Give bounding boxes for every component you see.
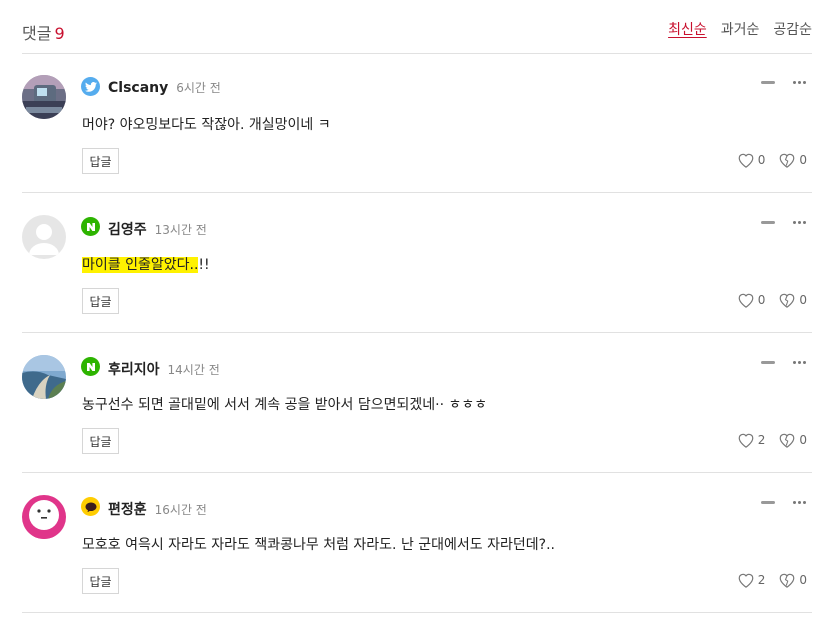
comment-menu bbox=[761, 361, 806, 364]
comment-author[interactable]: 편정훈 16시간 전 bbox=[108, 499, 207, 519]
like-count: 0 bbox=[757, 153, 766, 167]
face-avatar-icon bbox=[22, 495, 66, 539]
comment-menu bbox=[761, 221, 806, 224]
comments-header: 댓글 9 최신순 과거순 공감순 bbox=[22, 0, 812, 54]
author-name: Clscany bbox=[108, 80, 169, 96]
heart-icon bbox=[738, 433, 754, 448]
default-user-icon bbox=[22, 215, 66, 259]
author-name: 편정훈 bbox=[108, 502, 147, 518]
heart-icon bbox=[738, 153, 754, 168]
more-options-icon[interactable] bbox=[793, 81, 806, 84]
dislike-button[interactable]: 0 bbox=[778, 292, 807, 308]
author-name: 김영주 bbox=[108, 222, 147, 238]
kakao-icon bbox=[81, 497, 100, 516]
comment-author[interactable]: Clscany 6시간 전 bbox=[108, 79, 221, 96]
avatar[interactable] bbox=[22, 75, 66, 119]
broken-heart-icon bbox=[780, 153, 795, 168]
naver-icon bbox=[81, 357, 100, 376]
comment-item: 김영주 13시간 전 마이클 인줄알았다..!! 답글 0 0 bbox=[22, 193, 812, 333]
reactions: 0 0 bbox=[737, 152, 807, 168]
sort-latest[interactable]: 최신순 bbox=[668, 19, 707, 39]
comment-item: 후리지아 14시간 전 농구선수 되면 골대밑에 서서 계속 공을 받아서 담으면… bbox=[22, 333, 812, 473]
heart-icon bbox=[738, 293, 754, 308]
comment-time: 16시간 전 bbox=[154, 503, 207, 517]
comment-text: 머야? 야오밍보다도 작잖아. 개실망이네 ㅋ bbox=[82, 114, 331, 134]
reactions: 2 0 bbox=[737, 432, 807, 448]
like-count: 2 bbox=[757, 433, 766, 447]
comment-text-body: 모호호 여윽시 자라도 자라도 잭콰콩나무 처럼 자라도. 난 군대에서도 자라… bbox=[82, 537, 555, 553]
naver-icon bbox=[81, 217, 100, 236]
dislike-count: 0 bbox=[799, 433, 807, 447]
like-button[interactable]: 0 bbox=[737, 292, 766, 308]
sort-popular[interactable]: 공감순 bbox=[773, 19, 812, 39]
minimize-icon[interactable] bbox=[761, 361, 775, 364]
minimize-icon[interactable] bbox=[761, 221, 775, 224]
sort-oldest[interactable]: 과거순 bbox=[721, 19, 760, 39]
comment-count-number: 9 bbox=[54, 24, 65, 43]
comment-item: 편정훈 16시간 전 모호호 여윽시 자라도 자라도 잭콰콩나무 처럼 자라도. … bbox=[22, 473, 812, 613]
like-button[interactable]: 0 bbox=[737, 152, 766, 168]
avatar[interactable] bbox=[22, 495, 66, 539]
comment-author[interactable]: 김영주 13시간 전 bbox=[108, 219, 207, 239]
like-button[interactable]: 2 bbox=[737, 432, 766, 448]
like-button[interactable]: 2 bbox=[737, 572, 766, 588]
comment-text-highlight: 마이클 인줄알았다.. bbox=[82, 257, 199, 273]
comment-time: 13시간 전 bbox=[154, 223, 207, 237]
reactions: 0 0 bbox=[737, 292, 807, 308]
heart-icon bbox=[738, 573, 754, 588]
broken-heart-icon bbox=[780, 573, 795, 588]
comment-text: 마이클 인줄알았다..!! bbox=[82, 254, 210, 274]
broken-heart-icon bbox=[780, 293, 795, 308]
avatar-photo-icon bbox=[22, 355, 66, 399]
comment-time: 14시간 전 bbox=[167, 363, 220, 377]
comment-menu bbox=[761, 501, 806, 504]
reply-button[interactable]: 답글 bbox=[82, 148, 119, 174]
comment-count: 댓글 9 bbox=[22, 20, 65, 44]
dislike-button[interactable]: 0 bbox=[778, 152, 807, 168]
comment-text-body: !! bbox=[198, 257, 210, 273]
reply-button[interactable]: 답글 bbox=[82, 288, 119, 314]
dislike-count: 0 bbox=[799, 573, 807, 587]
more-options-icon[interactable] bbox=[793, 221, 806, 224]
comment-item: Clscany 6시간 전 머야? 야오밍보다도 작잖아. 개실망이네 ㅋ 답글 … bbox=[22, 53, 812, 193]
like-count: 0 bbox=[757, 293, 766, 307]
dislike-count: 0 bbox=[799, 293, 807, 307]
comment-menu bbox=[761, 81, 806, 84]
comment-author[interactable]: 후리지아 14시간 전 bbox=[108, 359, 220, 379]
comment-text: 모호호 여윽시 자라도 자라도 잭콰콩나무 처럼 자라도. 난 군대에서도 자라… bbox=[82, 534, 555, 554]
comment-time: 6시간 전 bbox=[176, 81, 221, 95]
more-options-icon[interactable] bbox=[793, 361, 806, 364]
dislike-count: 0 bbox=[799, 153, 807, 167]
avatar[interactable] bbox=[22, 215, 66, 259]
like-count: 2 bbox=[757, 573, 766, 587]
reply-button[interactable]: 답글 bbox=[82, 428, 119, 454]
minimize-icon[interactable] bbox=[761, 501, 775, 504]
dislike-button[interactable]: 0 bbox=[778, 432, 807, 448]
dislike-button[interactable]: 0 bbox=[778, 572, 807, 588]
more-options-icon[interactable] bbox=[793, 501, 806, 504]
twitter-icon bbox=[81, 77, 100, 96]
comment-text-body: 농구선수 되면 골대밑에 서서 계속 공을 받아서 담으면되겠네·· ㅎㅎㅎ bbox=[82, 397, 488, 413]
comment-text: 농구선수 되면 골대밑에 서서 계속 공을 받아서 담으면되겠네·· ㅎㅎㅎ bbox=[82, 394, 487, 414]
sort-options: 최신순 과거순 공감순 bbox=[668, 19, 812, 39]
comment-count-label: 댓글 bbox=[22, 24, 52, 43]
avatar[interactable] bbox=[22, 355, 66, 399]
avatar-photo-icon bbox=[22, 75, 66, 119]
author-name: 후리지아 bbox=[108, 362, 160, 378]
comment-text-body: 머야? 야오밍보다도 작잖아. 개실망이네 ㅋ bbox=[82, 117, 331, 133]
reactions: 2 0 bbox=[737, 572, 807, 588]
broken-heart-icon bbox=[780, 433, 795, 448]
reply-button[interactable]: 답글 bbox=[82, 568, 119, 594]
minimize-icon[interactable] bbox=[761, 81, 775, 84]
